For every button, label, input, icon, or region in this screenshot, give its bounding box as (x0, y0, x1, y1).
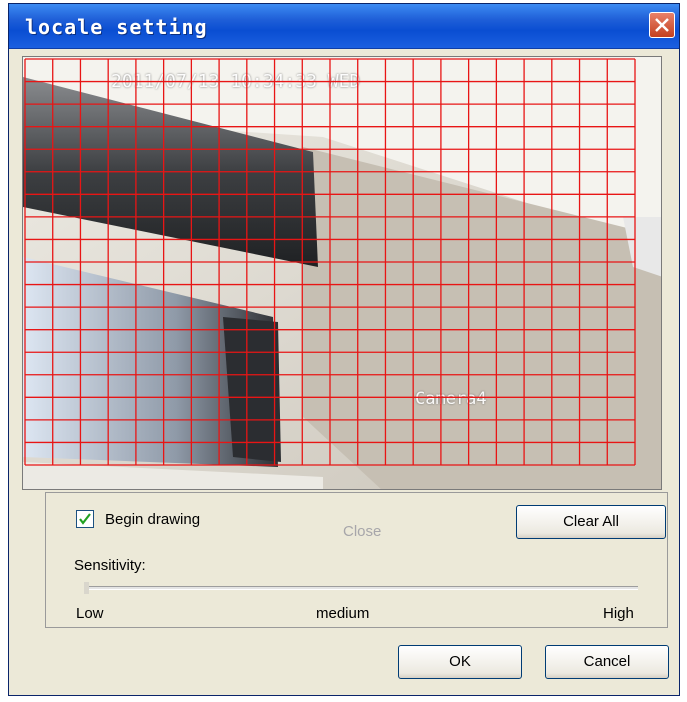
cancel-button[interactable]: Cancel (545, 645, 669, 679)
ok-label: OK (449, 653, 471, 670)
cancel-label: Cancel (583, 653, 631, 670)
sensitivity-label: Sensitivity: (74, 557, 146, 574)
sensitivity-slider[interactable] (84, 586, 638, 590)
close-button-disabled: Close (343, 523, 382, 540)
clear-all-label: Clear All (563, 513, 619, 530)
clear-all-button[interactable]: Clear All (516, 505, 666, 539)
sensitivity-medium-label: medium (316, 605, 370, 622)
sensitivity-low-label: Low (76, 605, 104, 622)
camera-preview[interactable]: 2011/07/13 10:34:33 WED Camera4 (22, 56, 662, 490)
close-window-button[interactable] (649, 12, 675, 38)
check-icon (79, 513, 91, 525)
ok-button[interactable]: OK (398, 645, 522, 679)
begin-drawing-checkbox[interactable] (76, 510, 94, 528)
begin-drawing-label[interactable]: Begin drawing (105, 511, 200, 528)
sensitivity-high-label: High (603, 605, 634, 622)
sensitivity-slider-thumb[interactable] (84, 582, 89, 594)
title-bar[interactable]: locale setting (9, 4, 679, 49)
dialog-title: locale setting (25, 15, 208, 39)
close-icon (655, 18, 669, 32)
detection-grid[interactable] (23, 57, 662, 490)
